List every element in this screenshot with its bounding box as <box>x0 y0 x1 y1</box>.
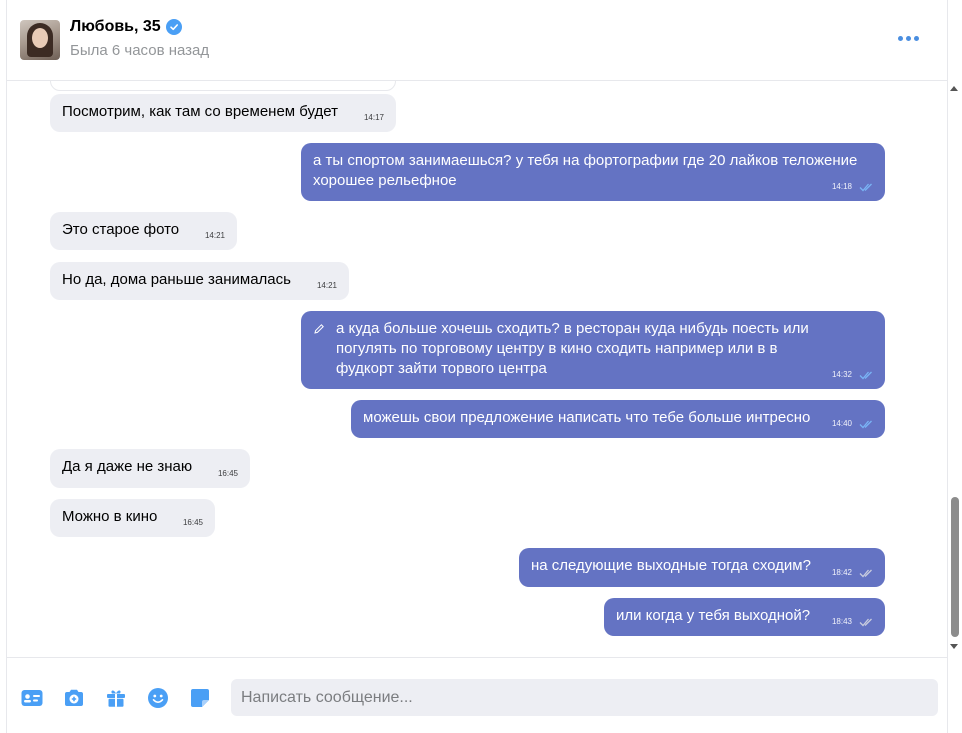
message-text: на следующие выходные тогда сходим? <box>531 557 811 574</box>
message-text: а куда больше хочешь сходить? в ресторан… <box>336 320 809 377</box>
message-incoming[interactable]: Да я даже не знаю 16:45 <box>50 449 250 488</box>
dot-icon <box>898 36 903 41</box>
scrollbar-thumb[interactable] <box>951 497 959 637</box>
read-check-icon <box>859 183 872 192</box>
read-check-icon <box>859 420 872 429</box>
message-time: 18:42 <box>831 568 852 577</box>
contact-name[interactable]: Любовь, 35 <box>70 18 161 36</box>
sticker-icon[interactable] <box>188 686 212 710</box>
message-time: 14:40 <box>831 419 852 428</box>
unread-check-icon <box>859 569 872 578</box>
message-outgoing[interactable]: или когда у тебя выходной? 18:43 <box>604 598 885 636</box>
message-time: 14:21 <box>316 281 337 290</box>
message-incoming[interactable]: Можно в кино 16:45 <box>50 499 215 537</box>
message-time: 14:18 <box>831 182 852 191</box>
message-outgoing-edited[interactable]: а куда больше хочешь сходить? в ресторан… <box>301 311 885 389</box>
message-text: Посмотрим, как там со временем будет <box>62 103 338 120</box>
chat-window: Любовь, 35 Была 6 часов назад Посмотрим,… <box>6 0 948 733</box>
avatar[interactable] <box>20 20 60 60</box>
message-text: Да я даже не знаю <box>62 458 193 475</box>
read-check-icon <box>859 371 872 380</box>
message-text: можешь свои предложение написать что теб… <box>363 409 811 426</box>
message-bubble-partial <box>50 81 396 91</box>
message-text: а ты спортом занимаешься? у тебя на форт… <box>313 152 858 189</box>
message-list[interactable]: Посмотрим, как там со временем будет 14:… <box>7 81 947 657</box>
message-time: 16:45 <box>217 469 238 478</box>
chat-header: Любовь, 35 Была 6 часов назад <box>7 0 947 81</box>
message-time: 16:45 <box>182 518 203 527</box>
message-time: 14:21 <box>204 231 225 240</box>
emoji-icon[interactable] <box>146 686 170 710</box>
dot-icon <box>914 36 919 41</box>
scroll-up-arrow[interactable] <box>950 86 958 91</box>
message-outgoing[interactable]: на следующие выходные тогда сходим? 18:4… <box>519 548 885 587</box>
edited-pencil-icon <box>314 324 324 334</box>
last-seen-status: Была 6 часов назад <box>70 42 210 59</box>
message-text: Но да, дома раньше занималась <box>62 271 291 288</box>
message-time: 14:17 <box>363 113 384 122</box>
message-text: Это старое фото <box>62 221 180 238</box>
message-time: 18:43 <box>831 617 852 626</box>
message-input[interactable] <box>231 679 938 716</box>
contact-card-icon[interactable] <box>20 686 44 710</box>
verified-icon <box>165 19 182 35</box>
gift-icon[interactable] <box>104 686 128 710</box>
message-incoming[interactable]: Посмотрим, как там со временем будет 14:… <box>50 94 396 132</box>
message-incoming[interactable]: Это старое фото 14:21 <box>50 212 237 250</box>
dot-icon <box>906 36 911 41</box>
unread-check-icon <box>859 618 872 627</box>
message-outgoing[interactable]: можешь свои предложение написать что теб… <box>351 400 885 438</box>
more-options-button[interactable] <box>898 36 919 41</box>
camera-plus-icon[interactable] <box>62 686 86 710</box>
message-incoming[interactable]: Но да, дома раньше занималась 14:21 <box>50 262 349 300</box>
message-time: 14:32 <box>831 370 852 379</box>
message-outgoing[interactable]: а ты спортом занимаешься? у тебя на форт… <box>301 143 885 201</box>
message-text: Можно в кино <box>62 508 158 525</box>
message-text: или когда у тебя выходной? <box>616 607 811 624</box>
composer <box>7 657 947 733</box>
scroll-down-arrow[interactable] <box>950 644 958 649</box>
